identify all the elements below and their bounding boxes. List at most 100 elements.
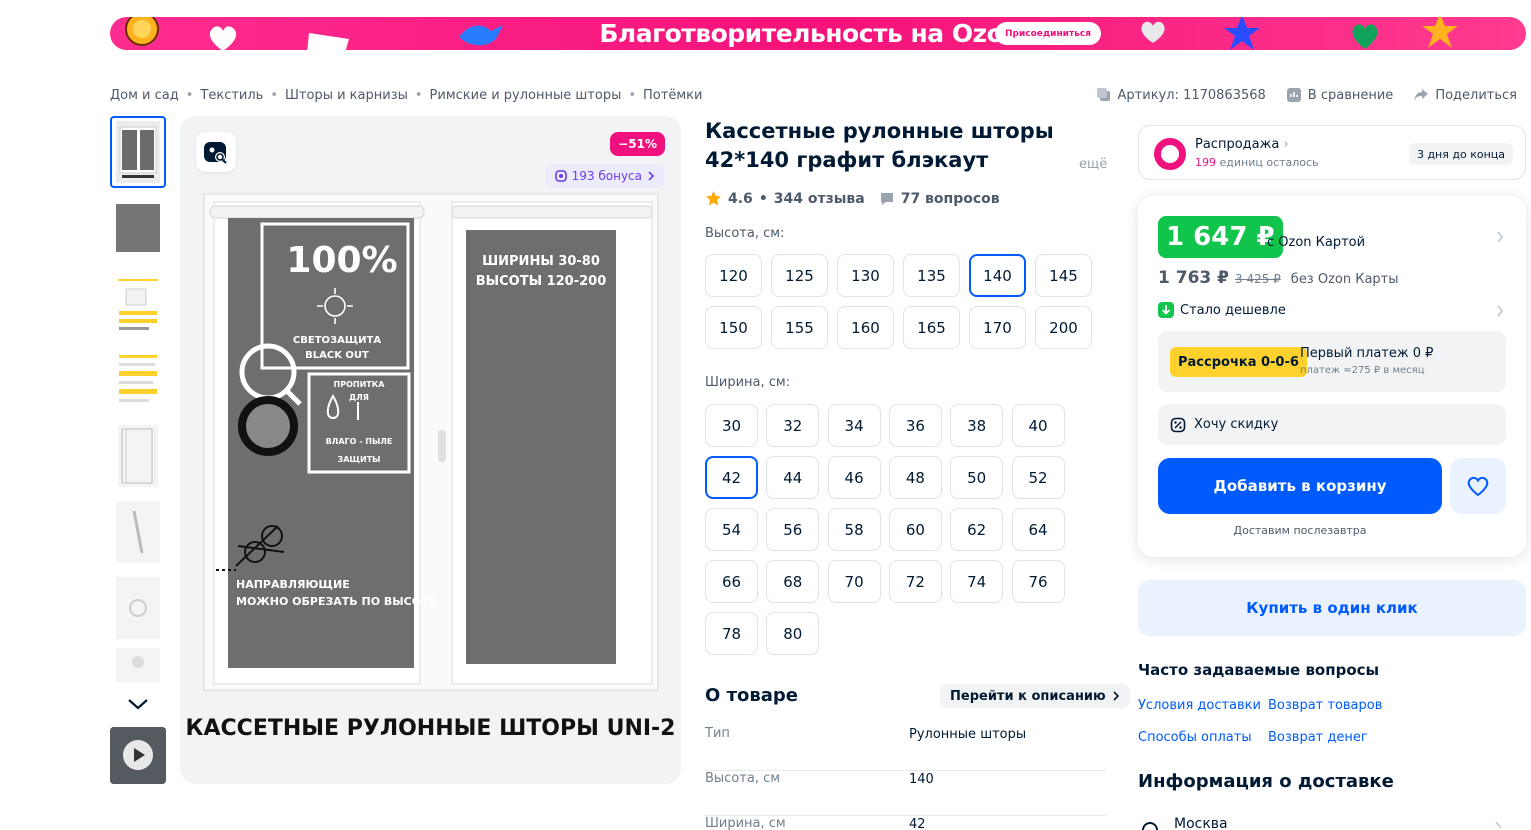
installment-block[interactable]: Рассрочка 0-0-6 Первый платеж 0 ₽ платеж… [1158,331,1506,392]
height-label: Высота, см: [705,226,785,241]
delivery-city[interactable]: Москва [1174,816,1228,830]
height-option-145[interactable]: 145 [1035,254,1092,297]
faq-link-refund[interactable]: Возврат денег [1268,730,1368,745]
thumbnail-4[interactable] [110,344,166,416]
to-description-button[interactable]: Перейти к описанию [940,684,1130,708]
width-option-74[interactable]: 74 [950,560,1004,603]
width-option-68[interactable]: 68 [766,560,820,603]
width-option-38[interactable]: 38 [950,404,1004,447]
sale-ring-icon [1154,138,1186,170]
width-option-62[interactable]: 62 [950,508,1004,551]
width-option-48[interactable]: 48 [888,456,942,499]
product-main-image[interactable]: 100% СВЕТОЗАЩИТА BLACK OUT ПРОПИТКА ДЛЯ … [180,116,681,784]
height-option-125[interactable]: 125 [771,254,828,297]
width-option-66[interactable]: 66 [705,560,758,603]
sale-remaining: 199 единиц осталось [1195,156,1319,169]
chevron-right-icon[interactable] [1496,231,1504,243]
width-option-32[interactable]: 32 [766,404,820,447]
breadcrumb-item[interactable]: Текстиль [200,88,263,103]
share-icon [1414,89,1429,101]
charity-banner[interactable]: Благотворительность на Ozon Присоединить… [110,17,1526,50]
rating-row: 4.6 • 344 отзыва 77 вопросов [705,190,1000,207]
height-option-140[interactable]: 140 [969,254,1026,297]
height-option-165[interactable]: 165 [903,306,960,349]
thumbnail-3[interactable] [110,268,166,340]
width-option-76[interactable]: 76 [1011,560,1065,603]
breadcrumb-item[interactable]: Дом и сад [110,88,179,103]
thumbnail-image [116,275,160,335]
width-option-52[interactable]: 52 [1011,456,1065,499]
width-option-36[interactable]: 36 [888,404,942,447]
width-option-78[interactable]: 78 [705,612,758,655]
height-option-200[interactable]: 200 [1035,306,1092,349]
thumbnail-1[interactable] [110,116,166,188]
breadcrumb-item[interactable]: Шторы и карнизы [285,88,408,103]
spec-value: 42 [909,817,926,830]
top-actions: Артикул: 1170863568 В сравнение Поделить… [1096,87,1517,103]
label-impregnation-4: ЗАЩИТЫ [337,455,381,464]
video-thumbnail[interactable] [110,727,166,784]
thumbnail-image [116,648,160,682]
discount-tag-icon [1170,417,1186,432]
height-option-150[interactable]: 150 [705,306,762,349]
height-option-135[interactable]: 135 [903,254,960,297]
price-dropped[interactable]: Стало дешевле [1158,302,1286,318]
thumbnail-7[interactable] [110,572,166,644]
faq-link-delivery[interactable]: Условия доставки [1138,698,1261,713]
width-option-54[interactable]: 54 [705,508,758,551]
bonus-badge[interactable]: 193 бонуса [544,164,665,188]
height-option-170[interactable]: 170 [969,306,1026,349]
arrow-down-icon [1158,302,1174,318]
width-option-34[interactable]: 34 [827,404,881,447]
height-option-160[interactable]: 160 [837,306,894,349]
width-option-80[interactable]: 80 [766,612,820,655]
share-button[interactable]: Поделиться [1413,87,1517,103]
thumbnail-8[interactable] [110,648,166,682]
thumbnail-image [116,121,160,183]
want-discount-button[interactable]: Хочу скидку [1158,404,1506,445]
chevron-right-icon[interactable] [1494,822,1504,830]
article-copy[interactable]: Артикул: 1170863568 [1096,87,1266,103]
label-guides-1: НАПРАВЛЯЮЩИЕ [236,578,350,591]
width-option-44[interactable]: 44 [766,456,820,499]
price-card: 1 647 ₽ с Ozon Картой 1 763 ₽ 3 425 ₽ бе… [1138,196,1526,557]
width-option-42[interactable]: 42 [705,456,758,499]
height-option-130[interactable]: 130 [837,254,894,297]
width-option-72[interactable]: 72 [888,560,942,603]
sale-days-left: 3 дня до конца [1408,143,1513,165]
favorite-button[interactable] [1450,458,1506,514]
image-search-button[interactable] [196,132,236,172]
width-option-64[interactable]: 64 [1011,508,1065,551]
width-option-56[interactable]: 56 [766,508,820,551]
thumbnail-5[interactable] [110,420,166,492]
coin-icon [125,17,159,46]
join-button[interactable]: Присоединиться [995,22,1101,45]
width-option-50[interactable]: 50 [950,456,1004,499]
faq-link-payment[interactable]: Способы оплаты [1138,730,1252,745]
chevron-right-icon[interactable] [1496,305,1504,317]
thumbnail-6[interactable] [110,496,166,568]
width-option-60[interactable]: 60 [888,508,942,551]
compare-button[interactable]: В сравнение [1286,87,1393,103]
star-icon [1224,17,1260,50]
buy-one-click-button[interactable]: Купить в один клик [1138,580,1526,636]
width-option-70[interactable]: 70 [827,560,881,603]
title-more-link[interactable]: ещё [1079,157,1107,172]
breadcrumb-item[interactable]: Римские и рулонные шторы [430,88,622,103]
width-option-40[interactable]: 40 [1011,404,1065,447]
breadcrumb-item[interactable]: Потёмки [643,88,702,103]
width-option-58[interactable]: 58 [827,508,881,551]
thumbnails-down-chevron-icon[interactable] [126,694,150,714]
reviews-link[interactable]: 344 отзыва [774,191,865,207]
height-option-120[interactable]: 120 [705,254,762,297]
sale-card[interactable]: Распродажа › 199 единиц осталось 3 дня д… [1138,125,1526,180]
thumbnail-2[interactable] [110,192,166,264]
width-option-30[interactable]: 30 [705,404,758,447]
faq-title: Часто задаваемые вопросы [1138,661,1380,679]
width-option-46[interactable]: 46 [827,456,881,499]
height-option-155[interactable]: 155 [771,306,828,349]
questions-link[interactable]: 77 вопросов [879,191,1000,207]
add-to-cart-button[interactable]: Добавить в корзину [1158,458,1442,514]
play-icon [110,727,166,784]
faq-link-returns[interactable]: Возврат товаров [1268,698,1382,713]
